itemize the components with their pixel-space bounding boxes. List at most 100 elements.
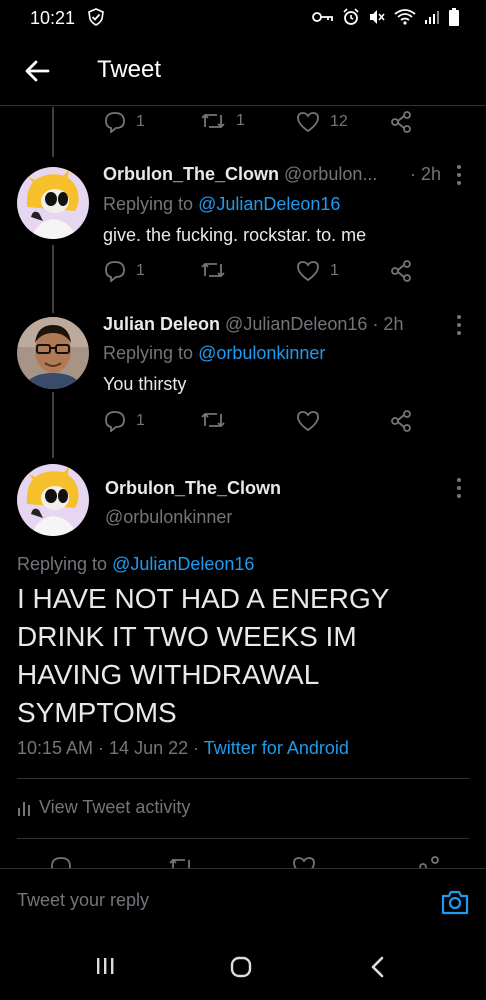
- tweet-header: Julian Deleon @JulianDeleon16 · 2h: [103, 314, 403, 335]
- share-icon[interactable]: [418, 856, 440, 868]
- more-vertical-icon[interactable]: [455, 314, 463, 336]
- mute-icon: [370, 10, 385, 24]
- tweet-text-line: I HAVE NOT HAD A ENERGY: [17, 583, 390, 614]
- replying-to: Replying to @JulianDeleon16: [17, 554, 254, 575]
- heart-icon: [297, 261, 319, 282]
- share-icon: [391, 410, 411, 432]
- view-tweet-activity-button[interactable]: View Tweet activity: [17, 797, 190, 818]
- tweet-text-line: SYMPTOMS: [17, 697, 177, 728]
- key-icon: [312, 12, 333, 22]
- retweet-icon: [201, 263, 225, 277]
- tweet-actions: 1 1: [104, 260, 424, 288]
- reply-count: 1: [136, 412, 145, 429]
- status-bar: 10:21: [0, 0, 486, 36]
- alarm-icon: [343, 8, 359, 25]
- status-time: 10:21: [30, 8, 76, 28]
- reply-count: 1: [136, 262, 145, 279]
- tweet-time: · 2h: [410, 164, 442, 184]
- check-shield-icon: [88, 8, 104, 26]
- mention-link[interactable]: @JulianDeleon16: [198, 194, 340, 214]
- source-link[interactable]: Twitter for Android: [204, 738, 349, 758]
- top-tweet-actions: 1 1 12: [104, 111, 424, 139]
- share-button[interactable]: [390, 410, 412, 432]
- retweet-button[interactable]: 1: [200, 111, 245, 131]
- avatar-orbulon-main[interactable]: [17, 464, 89, 536]
- display-name[interactable]: Orbulon_The_Clown: [105, 478, 281, 499]
- thread-line: [52, 107, 54, 157]
- signal-icon: [425, 11, 439, 24]
- mention-link[interactable]: @orbulonkinner: [198, 343, 325, 363]
- replying-prefix: Replying to: [103, 343, 199, 363]
- thread-line: [52, 245, 54, 313]
- like-button[interactable]: 12: [296, 111, 348, 133]
- username[interactable]: @orbulon...: [284, 164, 377, 184]
- share-icon: [391, 111, 411, 133]
- heart-icon: [297, 411, 319, 432]
- display-name[interactable]: Julian Deleon: [103, 314, 220, 334]
- mention-link[interactable]: @JulianDeleon16: [112, 554, 254, 574]
- like-count: 12: [330, 113, 348, 130]
- reply-icon: [105, 411, 125, 432]
- retweet-count: 1: [236, 112, 245, 129]
- camera-icon[interactable]: [440, 887, 470, 917]
- person-photo-avatar: [17, 317, 89, 389]
- reply-icon: [105, 112, 125, 133]
- more-vertical-icon[interactable]: [455, 477, 463, 499]
- retweet-button[interactable]: [200, 410, 236, 430]
- avatar-orbulon[interactable]: [17, 167, 89, 239]
- replying-prefix: Replying to: [103, 194, 199, 214]
- main-tweet-actions: [50, 856, 450, 868]
- clown-avatar-image: [17, 464, 89, 536]
- timestamp-text: 10:15 AM · 14 Jun 22 ·: [17, 738, 204, 758]
- avatar-julian[interactable]: [17, 317, 89, 389]
- clown-avatar-image: [17, 167, 89, 239]
- main-tweet-text: I HAVE NOT HAD A ENERGY DRINK IT TWO WEE…: [17, 580, 477, 732]
- activity-label: View Tweet activity: [39, 797, 191, 817]
- retweet-icon: [201, 114, 225, 128]
- reply-icon[interactable]: [50, 856, 72, 868]
- heart-icon: [297, 112, 319, 133]
- system-nav-bar: [0, 932, 486, 1000]
- like-button[interactable]: 1: [296, 260, 339, 282]
- reply-button[interactable]: 1: [104, 260, 145, 282]
- divider: [17, 838, 469, 839]
- tweet-header: Orbulon_The_Clown @orbulon...: [103, 164, 377, 185]
- battery-icon: [449, 8, 459, 26]
- thread-line: [52, 392, 54, 458]
- wifi-icon: [394, 9, 416, 25]
- divider: [17, 778, 469, 779]
- tweet-actions: 1: [104, 410, 424, 438]
- reply-count: 1: [136, 113, 145, 130]
- replying-to: Replying to @JulianDeleon16: [103, 194, 340, 215]
- status-icons: [312, 8, 460, 26]
- tweet-time: · 2h: [372, 314, 404, 334]
- display-name[interactable]: Orbulon_The_Clown: [103, 164, 279, 184]
- share-icon: [391, 260, 411, 282]
- tweet-text: give. the fucking. rockstar. to. me: [103, 225, 367, 245]
- bar-chart-icon: [18, 801, 30, 816]
- tweet-text: You thirsty: [103, 374, 187, 394]
- reply-button[interactable]: 1: [104, 111, 145, 133]
- replying-prefix: Replying to: [17, 554, 113, 574]
- recent-apps-icon[interactable]: [95, 956, 115, 976]
- page-title: Tweet: [97, 56, 162, 83]
- retweet-icon[interactable]: [168, 856, 194, 868]
- retweet-button[interactable]: [200, 260, 236, 280]
- tweet-text-line: HAVING WITHDRAWAL: [17, 659, 320, 690]
- reply-icon: [105, 261, 125, 282]
- arrow-left-icon[interactable]: [22, 56, 52, 86]
- reply-button[interactable]: 1: [104, 410, 145, 432]
- like-button[interactable]: [296, 410, 330, 432]
- more-vertical-icon[interactable]: [455, 164, 463, 186]
- back-nav-icon[interactable]: [370, 956, 386, 978]
- home-icon[interactable]: [230, 956, 252, 978]
- tweet-text-line: DRINK IT TWO WEEKS IM: [17, 621, 357, 652]
- share-button[interactable]: [390, 111, 412, 133]
- replying-to: Replying to @orbulonkinner: [103, 343, 325, 364]
- heart-icon[interactable]: [292, 856, 316, 868]
- username[interactable]: @orbulonkinner: [105, 507, 232, 528]
- reply-input[interactable]: Tweet your reply: [17, 890, 149, 911]
- share-button[interactable]: [390, 260, 412, 282]
- username[interactable]: @JulianDeleon16: [225, 314, 367, 334]
- like-count: 1: [330, 262, 339, 279]
